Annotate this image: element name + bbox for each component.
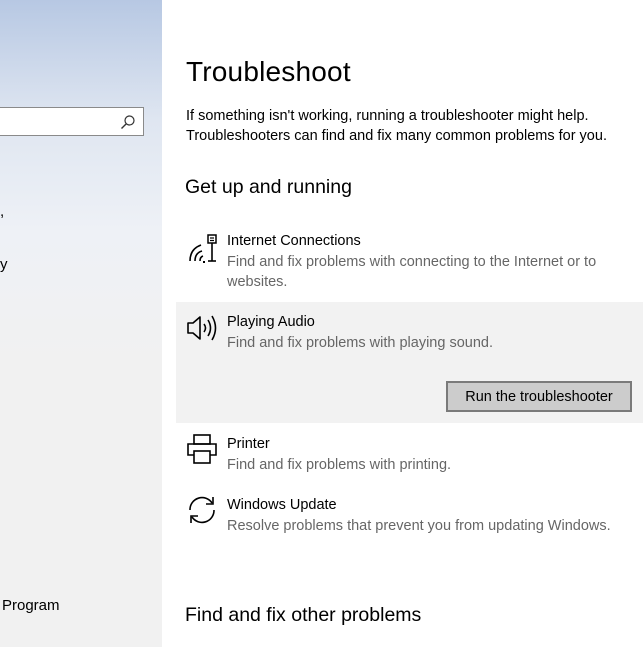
navigation-pane: , y Program <box>0 0 162 647</box>
settings-window: , y Program Troubleshoot If something is… <box>0 0 643 647</box>
search-box[interactable] <box>0 107 144 136</box>
section-heading-get-up-and-running: Get up and running <box>185 176 352 198</box>
item-description: Find and fix problems with printing. <box>227 457 452 473</box>
search-icon[interactable] <box>120 114 136 130</box>
section-heading-find-and-fix-other-problems: Find and fix other problems <box>185 604 422 626</box>
nav-item-program[interactable]: Program <box>2 597 60 614</box>
nav-item-fragment[interactable]: y <box>0 256 8 273</box>
nav-item-fragment[interactable]: , <box>0 203 4 220</box>
item-title: Windows Update <box>227 497 337 513</box>
item-description: Find and fix problems with playing sound… <box>227 335 493 351</box>
item-title: Internet Connections <box>227 233 361 249</box>
printer-icon <box>187 434 217 464</box>
item-title: Printer <box>227 436 270 452</box>
troubleshooter-playing-audio[interactable]: Playing Audio Find and fix problems with… <box>176 302 643 423</box>
intro-text: If something isn't working, running a tr… <box>186 108 607 144</box>
item-description: Resolve problems that prevent you from u… <box>227 518 611 534</box>
search-input[interactable] <box>3 112 103 131</box>
troubleshooter-printer[interactable]: Printer Find and fix problems with print… <box>176 428 643 478</box>
run-troubleshooter-button[interactable]: Run the troubleshooter <box>446 381 632 412</box>
main-content: Troubleshoot If something isn't working,… <box>162 0 643 647</box>
speaker-icon <box>187 315 217 341</box>
wifi-router-icon <box>189 234 217 263</box>
troubleshooter-internet-connections[interactable]: Internet Connections Find and fix proble… <box>176 224 643 296</box>
page-title: Troubleshoot <box>186 56 351 87</box>
troubleshooter-windows-update[interactable]: Windows Update Resolve problems that pre… <box>176 489 643 561</box>
sync-icon <box>189 496 215 524</box>
item-title: Playing Audio <box>227 314 315 330</box>
item-description: Find and fix problems with connecting to… <box>227 254 597 290</box>
